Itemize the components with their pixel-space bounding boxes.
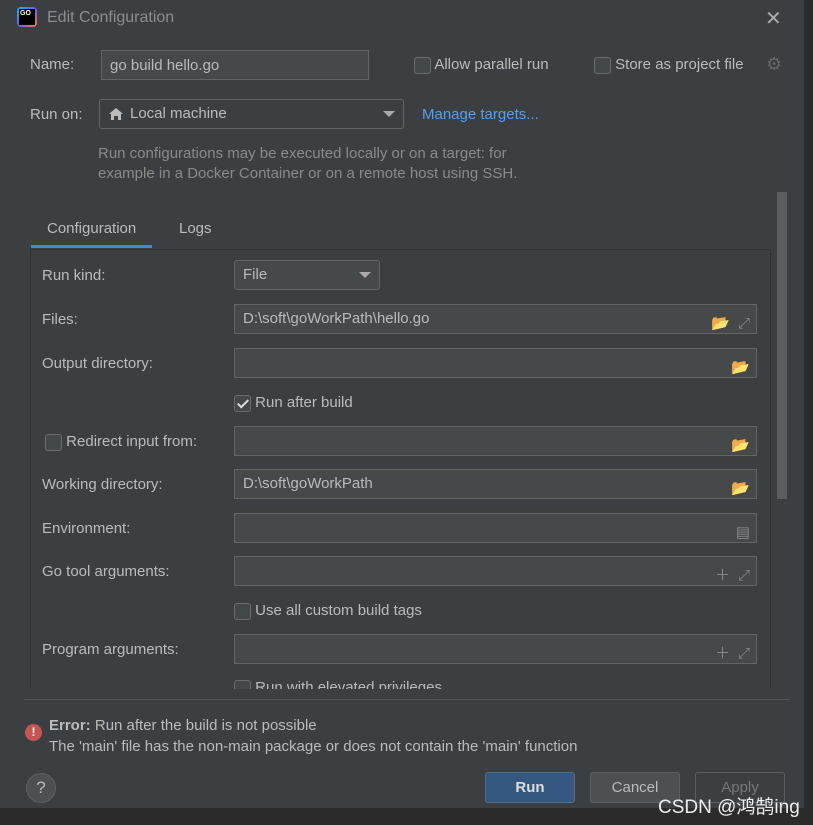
run-kind-value: File <box>243 266 268 283</box>
scrollbar[interactable] <box>777 192 787 499</box>
expand-icon[interactable]: ⤢ <box>738 562 750 590</box>
name-label: Name: <box>30 56 75 73</box>
error-detail: The 'main' file has the non-main package… <box>49 738 578 755</box>
edit-configuration-dialog: GO Edit Configuration ✕ Name: Allow para… <box>0 0 805 808</box>
redirect-input-field[interactable]: 📂 <box>234 426 757 456</box>
folder-icon[interactable]: 📂 <box>731 354 750 382</box>
run-on-dropdown[interactable]: Local machine <box>99 99 404 129</box>
run-on-label: Run on: <box>30 106 83 123</box>
custom-build-tags-label: Use all custom build tags <box>255 602 422 619</box>
go-tool-arguments-input[interactable]: ＋ ⤢ <box>234 556 757 586</box>
run-on-hint: Run configurations may be executed local… <box>98 145 518 182</box>
help-button[interactable]: ? <box>26 773 56 803</box>
plus-icon[interactable]: ＋ <box>715 562 730 590</box>
plus-icon[interactable]: ＋ <box>715 640 730 668</box>
tab-logs[interactable]: Logs <box>163 212 228 248</box>
go-tool-arguments-label: Go tool arguments: <box>42 563 170 580</box>
home-icon <box>109 108 123 120</box>
run-on-value: Local machine <box>130 105 227 122</box>
working-directory-label: Working directory: <box>42 476 163 493</box>
elevated-privileges-checkbox[interactable]: Run with elevated privileges <box>234 679 442 689</box>
dialog-title: Edit Configuration <box>47 9 175 26</box>
error-message: Error: Run after the build is not possib… <box>49 715 577 757</box>
divider <box>24 699 789 700</box>
files-input[interactable]: D:\soft\goWorkPath\hello.go 📂 ⤢ <box>234 304 757 334</box>
folder-icon[interactable]: 📂 <box>731 432 750 460</box>
working-directory-input[interactable]: D:\soft\goWorkPath 📂 <box>234 469 757 499</box>
files-value: D:\soft\goWorkPath\hello.go <box>243 310 430 327</box>
environment-label: Environment: <box>42 520 131 537</box>
folder-icon[interactable]: 📂 <box>711 310 730 338</box>
tab-configuration[interactable]: Configuration <box>31 212 153 248</box>
elevated-privileges-label: Run with elevated privileges <box>255 679 442 689</box>
run-button[interactable]: Run <box>485 772 575 803</box>
allow-parallel-run-checkbox[interactable]: Allow parallel run <box>414 56 549 74</box>
files-label: Files: <box>42 311 78 328</box>
output-directory-label: Output directory: <box>42 355 153 372</box>
chevron-down-icon <box>359 272 371 278</box>
output-directory-input[interactable]: 📂 <box>234 348 757 378</box>
error-icon: ! <box>25 724 42 741</box>
document-icon[interactable]: ▤ <box>736 519 750 547</box>
working-directory-value: D:\soft\goWorkPath <box>243 475 373 492</box>
goland-logo: GO <box>17 7 37 27</box>
configuration-panel: Run kind: File Files: D:\soft\goWorkPath… <box>30 249 771 689</box>
run-after-build-checkbox[interactable]: Run after build <box>234 394 353 412</box>
expand-icon[interactable]: ⤢ <box>738 310 750 338</box>
error-prefix: Error: <box>49 717 91 734</box>
store-project-label: Store as project file <box>615 56 744 73</box>
program-arguments-input[interactable]: ＋ ⤢ <box>234 634 757 664</box>
custom-build-tags-checkbox[interactable]: Use all custom build tags <box>234 602 422 620</box>
manage-targets-link[interactable]: Manage targets... <box>422 106 539 123</box>
redirect-input-checkbox[interactable]: Redirect input from: <box>45 433 197 451</box>
folder-icon[interactable]: 📂 <box>731 475 750 503</box>
environment-input[interactable]: ▤ <box>234 513 757 543</box>
chevron-down-icon <box>383 111 395 117</box>
name-input[interactable] <box>101 50 369 80</box>
allow-parallel-label: Allow parallel run <box>434 56 549 73</box>
redirect-input-label: Redirect input from: <box>66 433 198 450</box>
gear-icon[interactable]: ⚙ <box>766 54 782 75</box>
run-after-build-label: Run after build <box>255 394 353 411</box>
close-icon[interactable]: ✕ <box>765 6 782 31</box>
program-arguments-label: Program arguments: <box>42 641 179 658</box>
run-kind-label: Run kind: <box>42 267 106 284</box>
expand-icon[interactable]: ⤢ <box>738 640 750 668</box>
run-kind-dropdown[interactable]: File <box>234 260 380 290</box>
error-title: Run after the build is not possible <box>90 717 317 734</box>
store-as-project-file-checkbox[interactable]: Store as project file <box>594 56 744 74</box>
watermark: CSDN @鸿鹄ing <box>658 797 800 818</box>
